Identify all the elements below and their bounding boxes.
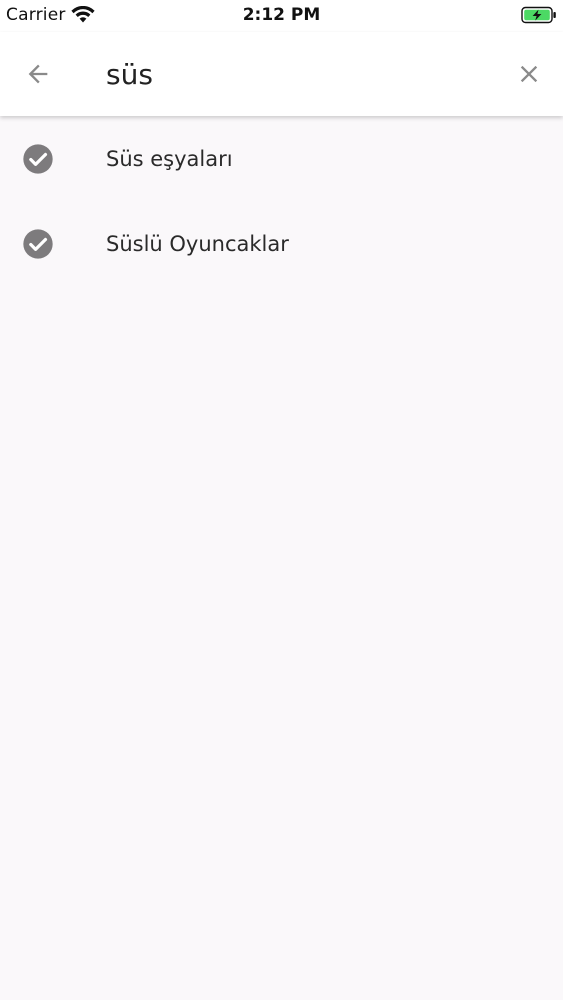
result-item-label: Süs eşyaları <box>106 146 233 171</box>
check-circle-icon <box>23 143 53 174</box>
search-input[interactable] <box>106 52 486 96</box>
battery-charging-icon <box>521 6 556 24</box>
clock: 2:12 PM <box>242 5 321 25</box>
check-circle-icon <box>23 228 53 259</box>
result-item-suslu-oyuncaklar[interactable]: Süslü Oyuncaklar <box>0 201 563 286</box>
status-bar: Carrier 2:12 PM <box>0 0 563 32</box>
back-button[interactable] <box>18 54 58 94</box>
result-item-label: Süslü Oyuncaklar <box>106 231 289 256</box>
search-result-list: Süs eşyaları Süslü Oyuncaklar <box>0 116 563 286</box>
close-icon <box>520 65 538 83</box>
clear-search-button[interactable] <box>509 54 549 94</box>
search-app-bar <box>0 32 563 116</box>
arrow-back-icon <box>28 64 48 84</box>
result-item-sus-esyalari[interactable]: Süs eşyaları <box>0 116 563 201</box>
